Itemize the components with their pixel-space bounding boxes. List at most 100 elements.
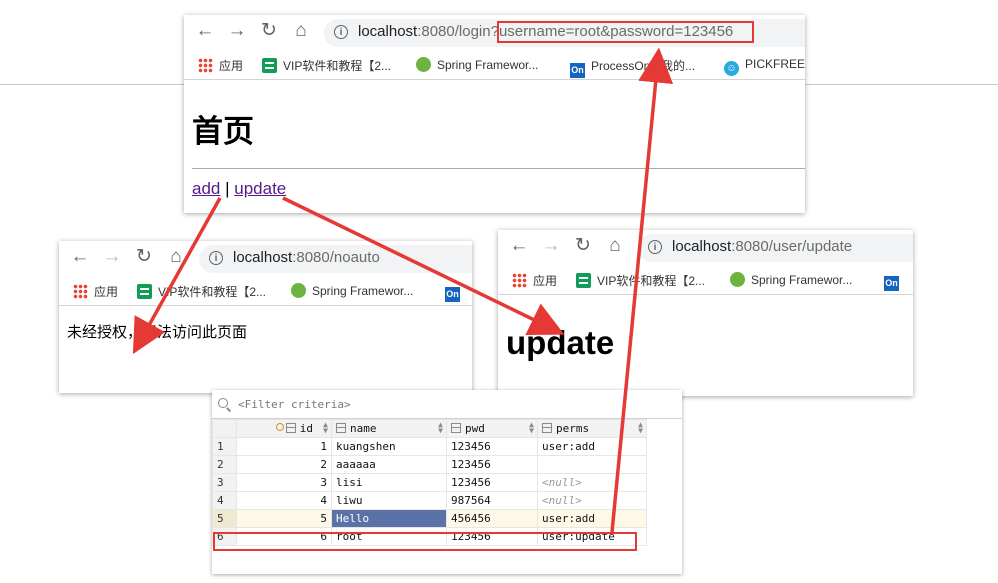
sort-icon[interactable]: ▲ ▼ bbox=[323, 421, 328, 435]
bookmark-apps[interactable]: 应用 bbox=[73, 283, 118, 300]
cell-pwd[interactable]: 123456 bbox=[446, 473, 538, 492]
filter-bar[interactable]: <Filter criteria> bbox=[212, 390, 682, 419]
title-rule bbox=[192, 168, 805, 169]
spring-icon bbox=[416, 57, 431, 72]
home-icon[interactable]: ⌂ bbox=[165, 246, 187, 268]
table-row[interactable]: 2 2 aaaaaa 123456 bbox=[212, 455, 647, 474]
column-header-name[interactable]: name ▲ ▼ bbox=[331, 419, 447, 438]
cell-pwd[interactable]: 123456 bbox=[446, 437, 538, 456]
cell-perms[interactable] bbox=[537, 455, 647, 474]
update-link[interactable]: update bbox=[234, 179, 286, 198]
cell-name-selected[interactable]: Hello bbox=[331, 509, 447, 528]
url-query-highlight bbox=[497, 21, 754, 43]
apps-icon bbox=[73, 284, 88, 299]
reload-icon[interactable]: ↻ bbox=[258, 20, 280, 42]
bookmark-processon[interactable]: On ProcessOn - 我的... bbox=[570, 57, 695, 78]
bookmark-pickfree[interactable]: ☺ PICKFREE bbox=[724, 57, 805, 76]
bookmark-vip[interactable]: VIP软件和教程【2... bbox=[137, 283, 266, 300]
page-title: 首页 bbox=[192, 114, 254, 149]
bookmark-processon[interactable]: On bbox=[884, 272, 905, 291]
browser-toolbar: ← → ↻ ⌂ i localhost:8080/noauto bbox=[59, 241, 472, 275]
bookmark-spring[interactable]: Spring Framewor... bbox=[291, 283, 413, 298]
column-icon bbox=[336, 423, 346, 433]
browser-window-update: ← → ↻ ⌂ i localhost:8080/user/update 应用 … bbox=[498, 230, 913, 396]
sort-icon[interactable]: ▲ ▼ bbox=[638, 421, 643, 435]
bookmark-spring[interactable]: Spring Framewor... bbox=[416, 57, 538, 72]
cell-perms[interactable]: <null> bbox=[537, 473, 647, 492]
spring-icon bbox=[291, 283, 306, 298]
url-text: localhost:8080/user/update bbox=[672, 238, 853, 255]
row-number-header bbox=[212, 419, 237, 438]
address-bar[interactable]: i localhost:8080/noauto bbox=[199, 245, 472, 273]
link-row: add | update bbox=[192, 179, 286, 199]
root-row-highlight bbox=[213, 532, 637, 551]
back-icon[interactable]: ← bbox=[508, 235, 530, 257]
spring-icon bbox=[730, 272, 745, 287]
table-row[interactable]: 1 1 kuangshen 123456 user:add bbox=[212, 437, 647, 456]
column-header-id[interactable]: id ▲ ▼ bbox=[236, 419, 332, 438]
cell-id[interactable]: 4 bbox=[236, 491, 332, 510]
processon-icon: On bbox=[445, 287, 460, 302]
sort-icon[interactable]: ▲ ▼ bbox=[438, 421, 443, 435]
row-number: 5 bbox=[212, 509, 237, 528]
url-text: localhost:8080/noauto bbox=[233, 249, 380, 266]
forward-icon[interactable]: → bbox=[101, 246, 123, 268]
filter-input[interactable]: <Filter criteria> bbox=[238, 398, 351, 411]
apps-icon bbox=[512, 273, 527, 288]
address-bar[interactable]: i localhost:8080/user/update bbox=[638, 234, 913, 262]
table-row[interactable]: 4 4 liwu 987564 <null> bbox=[212, 491, 647, 510]
reload-icon[interactable]: ↻ bbox=[572, 235, 594, 257]
sort-icon[interactable]: ▲ ▼ bbox=[529, 421, 534, 435]
column-header-perms[interactable]: perms ▲ ▼ bbox=[537, 419, 647, 438]
page-title: update bbox=[506, 324, 615, 361]
bookmark-vip[interactable]: VIP软件和教程【2... bbox=[576, 272, 705, 289]
cell-pwd[interactable]: 456456 bbox=[446, 509, 538, 528]
header-row: id ▲ ▼ name ▲ ▼ pwd ▲ ▼ perms ▲ ▼ bbox=[212, 419, 647, 438]
cell-perms[interactable]: user:add bbox=[537, 509, 647, 528]
sheet-icon bbox=[576, 273, 591, 288]
column-icon bbox=[451, 423, 461, 433]
bookmark-apps[interactable]: 应用 bbox=[512, 272, 557, 289]
add-link[interactable]: add bbox=[192, 179, 220, 198]
results-table: id ▲ ▼ name ▲ ▼ pwd ▲ ▼ perms ▲ ▼ 1 1 kuangshen … bbox=[212, 419, 647, 546]
cell-name[interactable]: kuangshen bbox=[331, 437, 447, 456]
cell-perms[interactable]: <null> bbox=[537, 491, 647, 510]
cell-name[interactable]: liwu bbox=[331, 491, 447, 510]
info-icon[interactable]: i bbox=[334, 25, 348, 39]
cell-name[interactable]: aaaaaa bbox=[331, 455, 447, 474]
cell-id[interactable]: 3 bbox=[236, 473, 332, 492]
cell-id[interactable]: 1 bbox=[236, 437, 332, 456]
sheet-icon bbox=[137, 284, 152, 299]
info-icon[interactable]: i bbox=[209, 251, 223, 265]
bookmark-apps[interactable]: 应用 bbox=[198, 57, 243, 74]
cell-perms[interactable]: user:add bbox=[537, 437, 647, 456]
table-row-selected[interactable]: 5 5 Hello 456456 user:add bbox=[212, 509, 647, 528]
reload-icon[interactable]: ↻ bbox=[133, 246, 155, 268]
bookmarks-bar: 应用 VIP软件和教程【2... Spring Framewor... On bbox=[59, 279, 472, 306]
bookmark-vip[interactable]: VIP软件和教程【2... bbox=[262, 57, 391, 74]
home-icon[interactable]: ⌂ bbox=[290, 20, 312, 42]
cell-id[interactable]: 2 bbox=[236, 455, 332, 474]
back-icon[interactable]: ← bbox=[69, 246, 91, 268]
info-icon[interactable]: i bbox=[648, 240, 662, 254]
home-icon[interactable]: ⌂ bbox=[604, 235, 626, 257]
forward-icon[interactable]: → bbox=[540, 235, 562, 257]
cell-pwd[interactable]: 987564 bbox=[446, 491, 538, 510]
row-number: 3 bbox=[212, 473, 237, 492]
bookmarks-bar: 应用 VIP软件和教程【2... Spring Framewor... On Pr… bbox=[184, 53, 805, 80]
apps-icon bbox=[198, 58, 213, 73]
bookmark-processon[interactable]: On bbox=[445, 283, 466, 302]
row-number: 2 bbox=[212, 455, 237, 474]
processon-icon: On bbox=[884, 276, 899, 291]
table-row[interactable]: 3 3 lisi 123456 <null> bbox=[212, 473, 647, 492]
back-icon[interactable]: ← bbox=[194, 20, 216, 42]
cell-id[interactable]: 5 bbox=[236, 509, 332, 528]
cell-pwd[interactable]: 123456 bbox=[446, 455, 538, 474]
bookmarks-bar: 应用 VIP软件和教程【2... Spring Framewor... On bbox=[498, 268, 913, 295]
cell-name[interactable]: lisi bbox=[331, 473, 447, 492]
column-header-pwd[interactable]: pwd ▲ ▼ bbox=[446, 419, 538, 438]
forward-icon[interactable]: → bbox=[226, 20, 248, 42]
bookmark-spring[interactable]: Spring Framewor... bbox=[730, 272, 852, 287]
row-number: 1 bbox=[212, 437, 237, 456]
link-separator: | bbox=[225, 179, 230, 198]
